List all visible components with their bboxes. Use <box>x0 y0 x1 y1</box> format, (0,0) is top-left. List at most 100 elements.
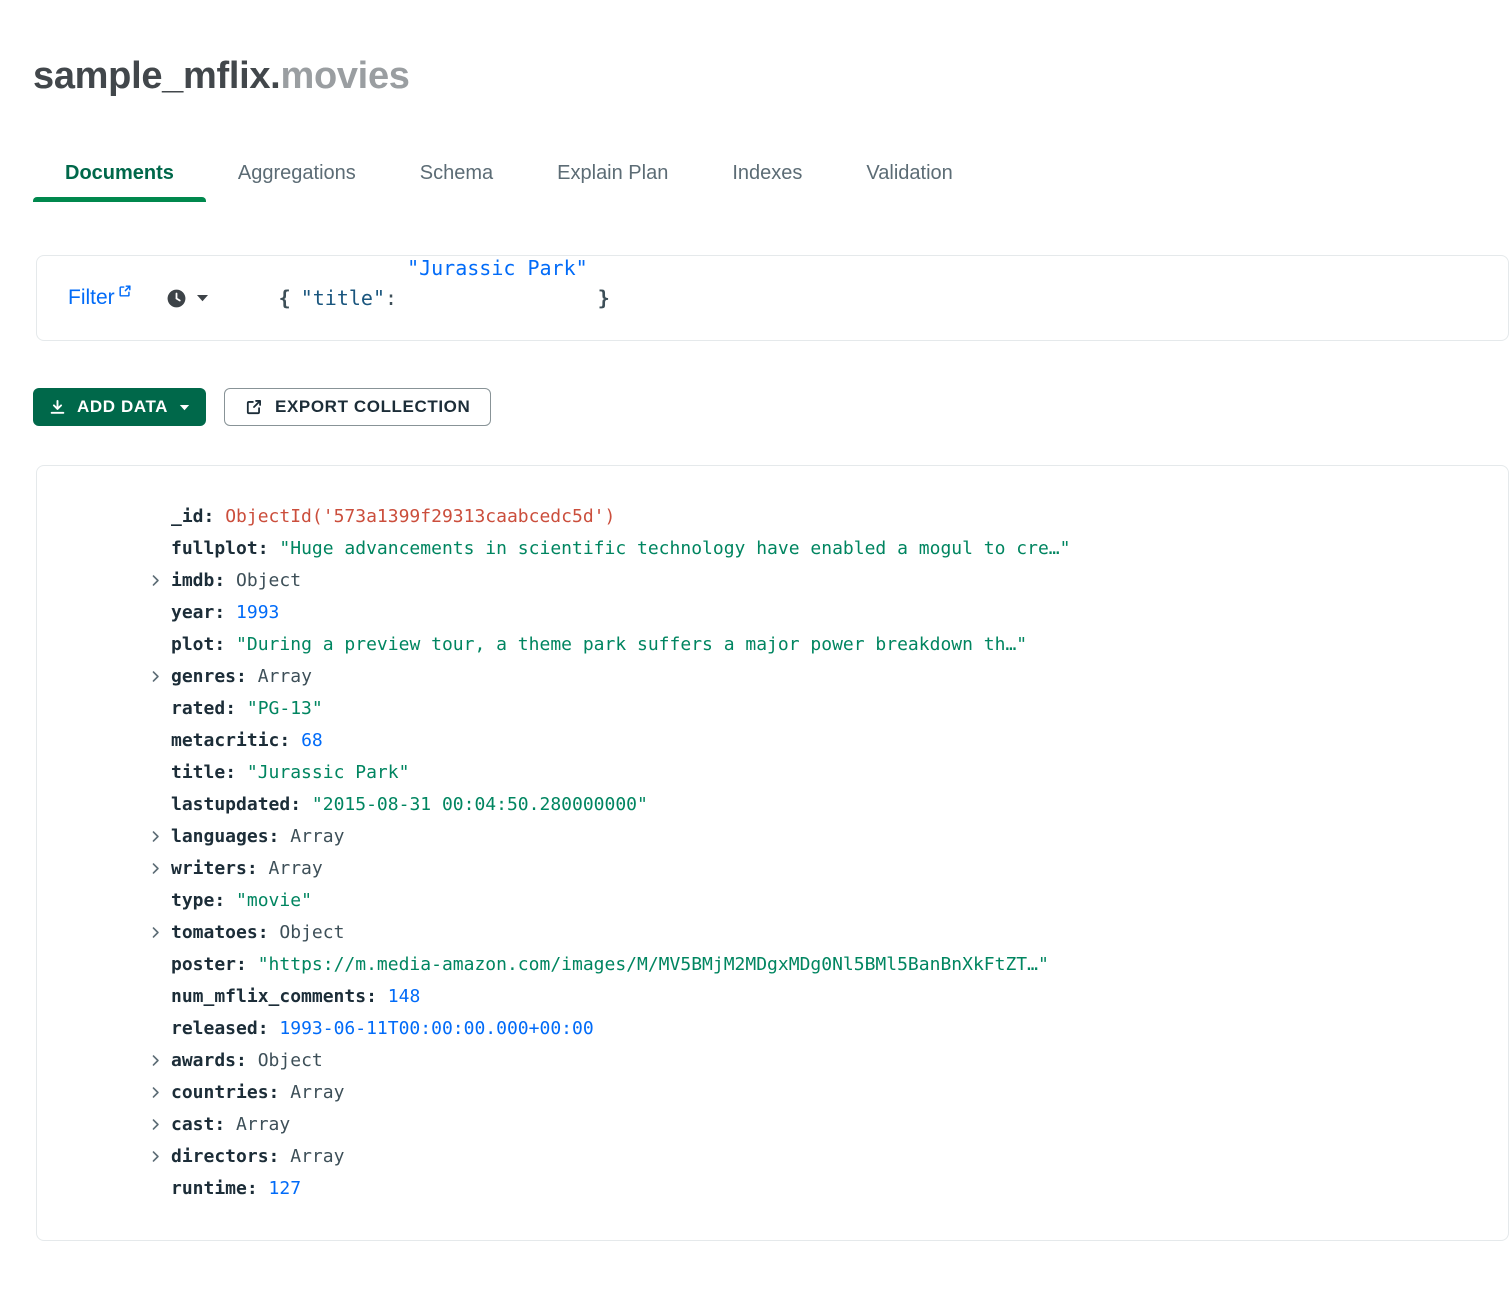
field-value: 127 <box>269 1178 302 1199</box>
document-field-row: tomatoes: Object <box>149 916 1488 948</box>
expand-chevron-icon[interactable] <box>149 670 171 683</box>
field-colon: : <box>236 954 258 975</box>
caret-down-icon <box>196 294 209 302</box>
query-close-brace: } <box>598 286 610 310</box>
field-name: runtime <box>171 1178 247 1199</box>
field-colon: : <box>247 1178 269 1199</box>
field-value: "During a preview tour, a theme park suf… <box>236 634 1027 655</box>
document-field-row: released: 1993-06-11T00:00:00.000+00:00 <box>149 1012 1488 1044</box>
field-colon: : <box>214 890 236 911</box>
tab-validation[interactable]: Validation <box>834 146 984 202</box>
query-input[interactable]: { "title": "Jurassic Park" } <box>279 256 1508 340</box>
document-field-row: fullplot: "Huge advancements in scientif… <box>149 532 1488 564</box>
expand-chevron-icon[interactable] <box>149 1086 171 1099</box>
export-collection-label: EXPORT COLLECTION <box>275 397 470 417</box>
field-value: "PG-13" <box>247 698 323 719</box>
document-field-row: awards: Object <box>149 1044 1488 1076</box>
field-name: fullplot <box>171 538 258 559</box>
document-field-row: num_mflix_comments: 148 <box>149 980 1488 1012</box>
namespace-database: sample_mflix. <box>33 55 280 97</box>
field-value: Object <box>236 570 301 591</box>
field-colon: : <box>247 858 269 879</box>
field-name: released <box>171 1018 258 1039</box>
field-name: countries <box>171 1082 269 1103</box>
expand-chevron-icon[interactable] <box>149 862 171 875</box>
document-field-row: year: 1993 <box>149 596 1488 628</box>
field-value: Array <box>290 1082 344 1103</box>
field-colon: : <box>225 762 247 783</box>
field-colon: : <box>214 1114 236 1135</box>
field-colon: : <box>366 986 388 1007</box>
document-field-row: poster: "https://m.media-amazon.com/imag… <box>149 948 1488 980</box>
expand-chevron-icon[interactable] <box>149 926 171 939</box>
filter-link[interactable]: Filter <box>68 286 132 310</box>
field-name: cast <box>171 1114 214 1135</box>
document-field-row: writers: Array <box>149 852 1488 884</box>
field-name: imdb <box>171 570 214 591</box>
document-field-row: runtime: 127 <box>149 1172 1488 1204</box>
expand-chevron-icon[interactable] <box>149 1150 171 1163</box>
field-name: type <box>171 890 214 911</box>
download-icon <box>49 399 66 416</box>
field-name: plot <box>171 634 214 655</box>
query-history-button[interactable] <box>162 284 213 313</box>
namespace-collection: movies <box>280 55 409 97</box>
query-key: "title" <box>301 286 385 310</box>
tab-explain-plan[interactable]: Explain Plan <box>525 146 700 202</box>
field-name: rated <box>171 698 225 719</box>
field-name: year <box>171 602 214 623</box>
caret-down-icon <box>179 404 190 411</box>
expand-chevron-icon[interactable] <box>149 1054 171 1067</box>
page-title: sample_mflix.movies <box>33 55 1510 98</box>
field-name: title <box>171 762 225 783</box>
document-field-row: _id: ObjectId('573a1399f29313caabcedc5d'… <box>149 500 1488 532</box>
field-value: 68 <box>301 730 323 751</box>
add-data-label: ADD DATA <box>77 397 168 417</box>
collection-page: sample_mflix.movies DocumentsAggregation… <box>0 55 1510 1241</box>
filter-bar: Filter { "title": "Jurassic Park" } <box>36 255 1509 341</box>
document-field-row: cast: Array <box>149 1108 1488 1140</box>
field-colon: : <box>225 698 247 719</box>
expand-chevron-icon[interactable] <box>149 1118 171 1131</box>
field-colon: : <box>236 1050 258 1071</box>
query-open-brace: { <box>279 286 291 310</box>
query-value: "Jurassic Park" <box>407 256 588 280</box>
field-colon: : <box>214 570 236 591</box>
field-name: _id <box>171 506 204 527</box>
query-colon: : <box>385 286 397 310</box>
expand-chevron-icon[interactable] <box>149 830 171 843</box>
filter-label: Filter <box>68 286 115 310</box>
tab-aggregations[interactable]: Aggregations <box>206 146 388 202</box>
export-icon <box>245 398 263 416</box>
field-value: 1993 <box>236 602 279 623</box>
document-field-row: metacritic: 68 <box>149 724 1488 756</box>
tab-schema[interactable]: Schema <box>388 146 525 202</box>
field-name: poster <box>171 954 236 975</box>
field-value: "movie" <box>236 890 312 911</box>
external-link-icon <box>118 284 132 298</box>
field-value: 1993-06-11T00:00:00.000+00:00 <box>279 1018 593 1039</box>
tab-indexes[interactable]: Indexes <box>700 146 834 202</box>
field-colon: : <box>214 634 236 655</box>
document-field-row: languages: Array <box>149 820 1488 852</box>
field-value: "https://m.media-amazon.com/images/M/MV5… <box>258 954 1049 975</box>
field-colon: : <box>269 826 291 847</box>
tab-documents[interactable]: Documents <box>33 146 206 202</box>
field-colon: : <box>258 922 280 943</box>
export-collection-button[interactable]: EXPORT COLLECTION <box>224 388 491 426</box>
field-value: Array <box>258 666 312 687</box>
add-data-button[interactable]: ADD DATA <box>33 388 206 426</box>
tab-bar: DocumentsAggregationsSchemaExplain PlanI… <box>33 146 1510 202</box>
clock-icon <box>166 288 187 309</box>
field-colon: : <box>204 506 226 527</box>
document-field-row: lastupdated: "2015-08-31 00:04:50.280000… <box>149 788 1488 820</box>
document-field-row: countries: Array <box>149 1076 1488 1108</box>
field-colon: : <box>269 1082 291 1103</box>
field-name: metacritic <box>171 730 279 751</box>
expand-chevron-icon[interactable] <box>149 574 171 587</box>
field-name: directors <box>171 1146 269 1167</box>
field-colon: : <box>214 602 236 623</box>
actions-row: ADD DATA EXPORT COLLECTION <box>33 388 1510 426</box>
field-value: "Jurassic Park" <box>247 762 410 783</box>
document-field-row: type: "movie" <box>149 884 1488 916</box>
